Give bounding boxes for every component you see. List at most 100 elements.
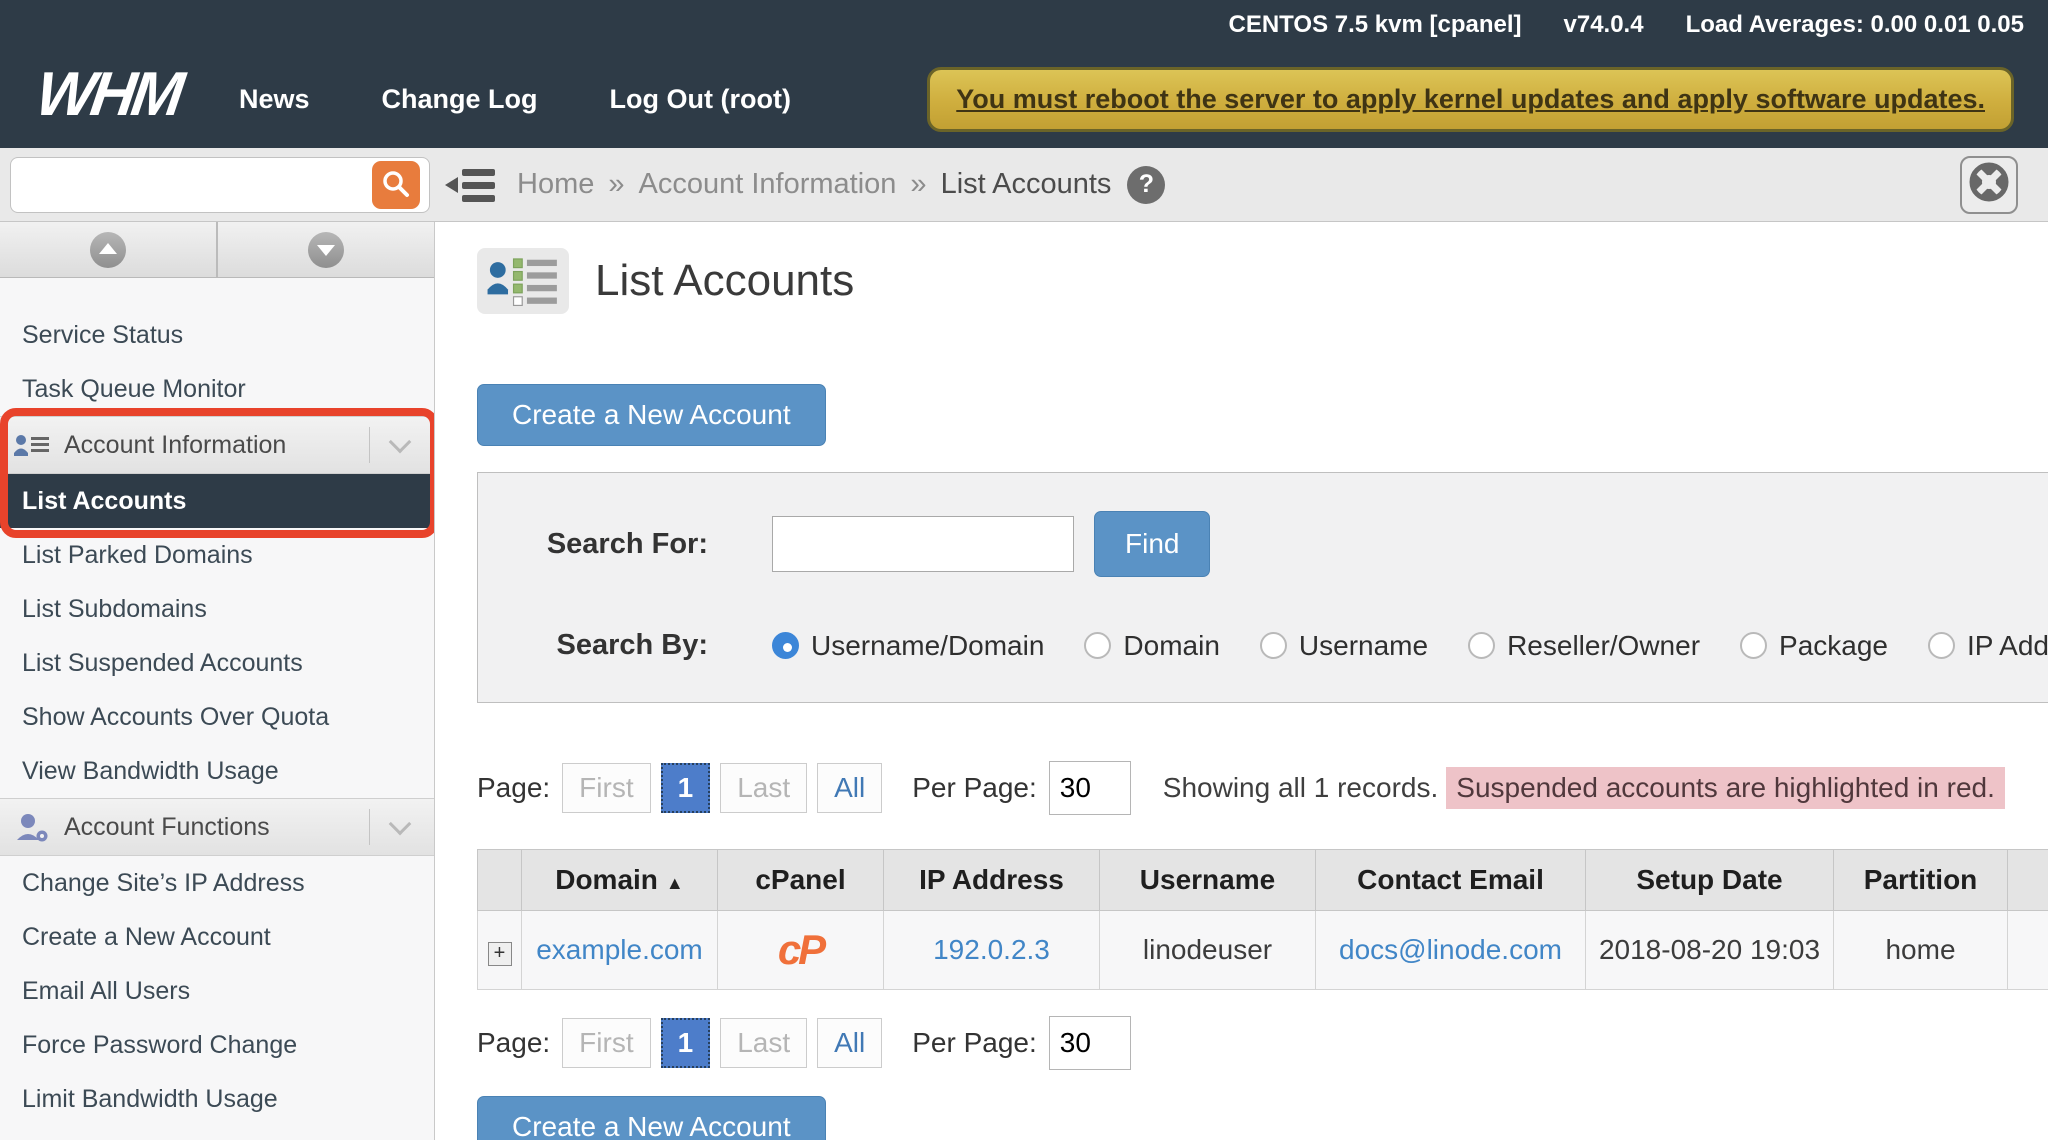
sidebar-section-account-information[interactable]: Account Information: [0, 416, 434, 474]
chevron-down-icon: [389, 431, 412, 454]
page-first-button: First: [562, 1018, 650, 1068]
column-header-ip-address[interactable]: IP Address: [884, 850, 1100, 911]
user-gear-icon: [10, 812, 54, 842]
breadcrumb: Home » Account Information » List Accoun…: [517, 166, 1165, 204]
sidebar-section-account-functions[interactable]: Account Functions: [0, 798, 434, 856]
sort-asc-icon: ▲: [666, 873, 684, 893]
clipped-cell: [2008, 911, 2048, 990]
create-new-account-button-top[interactable]: Create a New Account: [477, 384, 826, 446]
sidebar-item-task-queue-monitor[interactable]: Task Queue Monitor: [0, 362, 434, 416]
search-for-row: Search For: Find: [478, 511, 2048, 577]
domain-cell: example.com: [522, 911, 718, 990]
records-summary: Showing all 1 records.: [1163, 772, 1438, 804]
radio-icon: [772, 632, 799, 659]
sidebar-item-email-all-users[interactable]: Email All Users: [0, 964, 434, 1018]
sidebar-item-change-sites-ip-address[interactable]: Change Site’s IP Address: [0, 856, 434, 910]
sidebar-item-create-a-new-account[interactable]: Create a New Account: [0, 910, 434, 964]
per-page-label: Per Page:: [912, 1027, 1037, 1059]
contact-email-cell: docs@linode.com: [1316, 911, 1586, 990]
create-new-account-button-bottom[interactable]: Create a New Account: [477, 1096, 826, 1140]
nav-link-news[interactable]: News: [239, 84, 310, 115]
page-last-button: Last: [720, 763, 807, 813]
sidebar-search-area: [0, 148, 435, 221]
sidebar-item-show-accounts-over-quota[interactable]: Show Accounts Over Quota: [0, 690, 434, 744]
setup-date-cell: 2018-08-20 19:03: [1586, 911, 1834, 990]
column-header-cpanel[interactable]: cPanel: [718, 850, 884, 911]
column-header-domain[interactable]: Domain▲: [522, 850, 718, 911]
search-for-input[interactable]: [772, 516, 1074, 572]
radio-domain[interactable]: Domain: [1084, 630, 1219, 662]
version-label: v74.0.4: [1564, 11, 1644, 39]
whm-logo[interactable]: WHM: [30, 59, 184, 140]
page-last-button: Last: [720, 1018, 807, 1068]
radio-username-domain[interactable]: Username/Domain: [772, 630, 1044, 662]
sidebar-item-list-subdomains[interactable]: List Subdomains: [0, 582, 434, 636]
column-header-username[interactable]: Username: [1100, 850, 1316, 911]
help-icon[interactable]: ?: [1127, 166, 1165, 204]
radio-icon: [1084, 632, 1111, 659]
ip-address-cell: 192.0.2.3: [884, 911, 1100, 990]
search-icon: [381, 169, 411, 202]
sidebar-item-service-status[interactable]: Service Status: [0, 308, 434, 362]
column-header-setup-date[interactable]: Setup Date: [1586, 850, 1834, 911]
find-button[interactable]: Find: [1094, 511, 1210, 577]
support-button[interactable]: [1960, 156, 2018, 214]
nav-links: News Change Log Log Out (root): [239, 84, 863, 115]
radio-username[interactable]: Username: [1260, 630, 1428, 662]
radio-icon: [1468, 632, 1495, 659]
load-averages-label: Load Averages: 0.00 0.01 0.05: [1686, 11, 2024, 39]
search-for-label: Search For:: [478, 528, 708, 561]
page-all-button[interactable]: All: [817, 1018, 882, 1068]
contact-card-icon: [10, 431, 54, 459]
search-by-label: Search By:: [478, 629, 708, 662]
page-title-row: List Accounts: [477, 248, 2048, 314]
sidebar-section-label: Account Functions: [64, 813, 369, 842]
username-cell: linodeuser: [1100, 911, 1316, 990]
sidebar-item-list-accounts[interactable]: List Accounts: [0, 474, 434, 528]
radio-reseller-owner[interactable]: Reseller/Owner: [1468, 630, 1700, 662]
column-header-contact-email[interactable]: Contact Email: [1316, 850, 1586, 911]
breadcrumb-list-accounts[interactable]: List Accounts: [941, 168, 1112, 201]
per-page-label: Per Page:: [912, 772, 1037, 804]
sidebar-search-button[interactable]: [372, 161, 420, 209]
nav-link-logout[interactable]: Log Out (root): [610, 84, 791, 115]
sidebar-item-list-suspended-accounts[interactable]: List Suspended Accounts: [0, 636, 434, 690]
page-current-button[interactable]: 1: [661, 1018, 711, 1068]
per-page-input[interactable]: [1049, 761, 1131, 815]
table-header-row: Domain▲ cPanel IP Address Username Conta…: [478, 850, 2048, 911]
nav-link-changelog[interactable]: Change Log: [382, 84, 538, 115]
column-header-partition[interactable]: Partition: [1834, 850, 2008, 911]
radio-ip-address[interactable]: IP Address: [1928, 630, 2048, 662]
sidebar-item-list-parked-domains[interactable]: List Parked Domains: [0, 528, 434, 582]
breadcrumb-home[interactable]: Home: [517, 168, 594, 201]
radio-package[interactable]: Package: [1740, 630, 1888, 662]
whm-window: CENTOS 7.5 kvm [cpanel] v74.0.4 Load Ave…: [0, 0, 2048, 1140]
reboot-warning-banner[interactable]: You must reboot the server to apply kern…: [927, 67, 2014, 132]
sidebar-section-label: Account Information: [64, 431, 369, 460]
domain-link[interactable]: example.com: [536, 934, 703, 965]
page-all-button[interactable]: All: [817, 763, 882, 813]
collapse-sidebar-icon[interactable]: [445, 167, 495, 203]
breadcrumb-account-information[interactable]: Account Information: [639, 168, 897, 201]
page-label: Page:: [477, 1027, 550, 1059]
page-first-button: First: [562, 763, 650, 813]
accounts-table: Domain▲ cPanel IP Address Username Conta…: [477, 849, 2048, 990]
sidebar-scroll-buttons: [0, 222, 434, 278]
sidebar-search-input[interactable]: [10, 157, 430, 213]
pagination-bottom: Page: First 1 Last All Per Page:: [477, 1016, 2048, 1070]
ip-address-link[interactable]: 192.0.2.3: [933, 934, 1050, 965]
sidebar-item-force-password-change[interactable]: Force Password Change: [0, 1018, 434, 1072]
expand-row-button[interactable]: +: [488, 942, 512, 966]
breadcrumb-separator: »: [608, 168, 624, 201]
sidebar-scroll-up-button[interactable]: [0, 222, 218, 277]
sidebar-item-view-bandwidth-usage[interactable]: View Bandwidth Usage: [0, 744, 434, 798]
page-current-button[interactable]: 1: [661, 763, 711, 813]
search-by-row: Search By: Username/Domain Domain Use: [478, 629, 2048, 662]
main-navbar: WHM News Change Log Log Out (root) You m…: [0, 50, 2048, 148]
sidebar-scroll-down-button[interactable]: [218, 222, 434, 277]
cpanel-logo-icon[interactable]: cP: [778, 926, 823, 973]
per-page-input[interactable]: [1049, 1016, 1131, 1070]
search-by-options: Username/Domain Domain Username Res: [772, 630, 2048, 662]
sidebar-item-limit-bandwidth-usage[interactable]: Limit Bandwidth Usage: [0, 1072, 434, 1126]
contact-email-link[interactable]: docs@linode.com: [1339, 934, 1562, 965]
